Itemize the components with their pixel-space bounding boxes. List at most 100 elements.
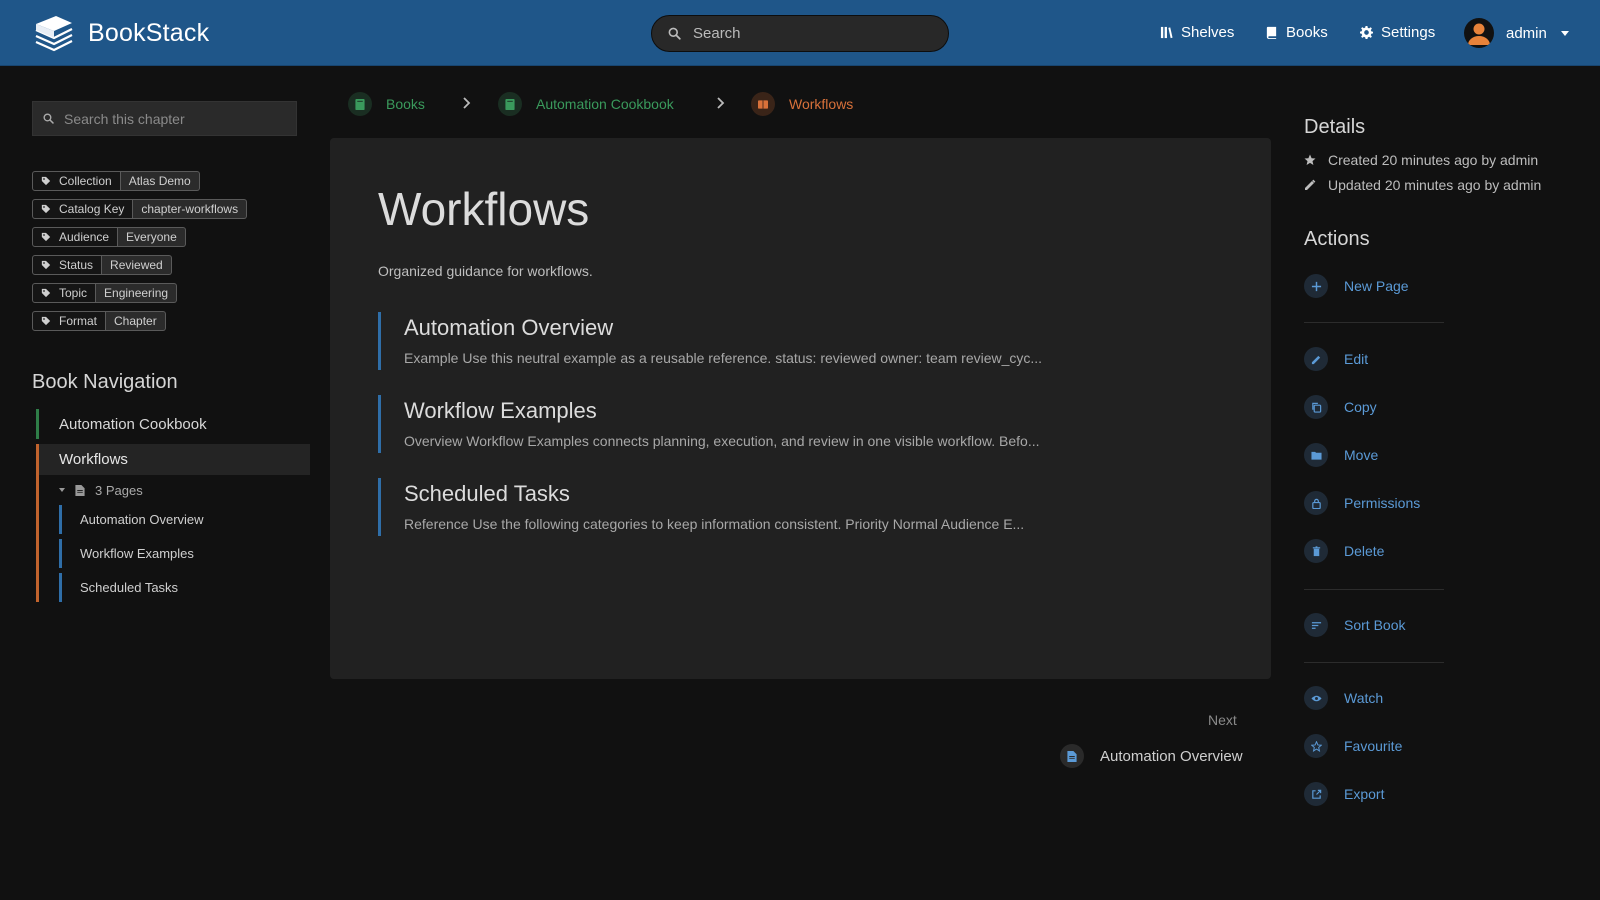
created-info: Created 20 minutes ago by admin [1304, 152, 1538, 168]
tag-value[interactable]: Everyone [118, 227, 186, 247]
nav-book-link[interactable]: Automation Cookbook [36, 409, 310, 439]
tag[interactable]: Status Reviewed [32, 255, 247, 275]
action-label: Watch [1344, 690, 1384, 706]
top-header: BookStack Shelves Books Settings admin [0, 0, 1600, 66]
shelves-icon [1160, 26, 1173, 39]
app-logo[interactable]: BookStack [32, 13, 209, 53]
nav-page-link[interactable]: Scheduled Tasks [59, 573, 310, 602]
tag-name-text: Topic [59, 286, 88, 300]
nav-books[interactable]: Books [1265, 24, 1328, 41]
page-icon [1060, 744, 1084, 768]
action-label: Export [1344, 786, 1385, 802]
favourite-button[interactable]: Favourite [1304, 734, 1402, 758]
divider [1304, 322, 1444, 323]
next-page-link[interactable]: Automation Overview [1060, 744, 1243, 768]
tag[interactable]: Format Chapter [32, 311, 247, 331]
breadcrumb-book[interactable]: Automation Cookbook [498, 92, 674, 116]
tag-name[interactable]: Collection [32, 171, 121, 191]
list-item[interactable]: Scheduled Tasks Reference Use the follow… [378, 478, 1078, 536]
lock-icon [1304, 491, 1328, 515]
breadcrumb-chapter[interactable]: Workflows [751, 92, 853, 116]
global-search[interactable] [651, 15, 949, 52]
star-icon [1304, 734, 1328, 758]
tag-value[interactable]: Chapter [106, 311, 166, 331]
tag-value[interactable]: Reviewed [102, 255, 172, 275]
nav-shelves[interactable]: Shelves [1160, 24, 1234, 41]
actions-title: Actions [1304, 228, 1370, 250]
next-label: Next [1208, 712, 1237, 728]
chevron-right-icon [717, 97, 725, 109]
plus-icon [1304, 274, 1328, 298]
avatar [1464, 18, 1494, 48]
list-item[interactable]: Automation Overview Example Use this neu… [378, 312, 1078, 370]
tag-name[interactable]: Catalog Key [32, 199, 134, 219]
tag-name[interactable]: Audience [32, 227, 119, 247]
page-icon [75, 484, 85, 496]
nav-page-link[interactable]: Automation Overview [59, 505, 310, 534]
nav-page-link[interactable]: Workflow Examples [59, 539, 310, 568]
tag-name[interactable]: Format [32, 311, 107, 331]
tag-name-text: Catalog Key [59, 202, 125, 216]
pencil-icon [1304, 347, 1328, 371]
copy-button[interactable]: Copy [1304, 395, 1377, 419]
divider [1304, 589, 1444, 590]
chapter-search-input[interactable] [64, 110, 284, 127]
tag-icon [41, 232, 51, 242]
watch-button[interactable]: Watch [1304, 686, 1383, 710]
search-icon [668, 27, 681, 40]
chapter-content-card: Workflows Organized guidance for workflo… [330, 138, 1271, 679]
tag-icon [41, 204, 51, 214]
tag-value[interactable]: Atlas Demo [120, 171, 200, 191]
move-button[interactable]: Move [1304, 443, 1378, 467]
tag-icon [41, 316, 51, 326]
breadcrumb-books[interactable]: Books [348, 92, 425, 116]
tag[interactable]: Topic Engineering [32, 283, 247, 303]
entry-title[interactable]: Scheduled Tasks [404, 481, 1078, 507]
book-navigation: Automation Cookbook Workflows 3 Pages Au… [36, 409, 310, 607]
tag-name-text: Collection [59, 174, 112, 188]
next-page-title: Automation Overview [1100, 747, 1243, 765]
edit-button[interactable]: Edit [1304, 347, 1368, 371]
permissions-button[interactable]: Permissions [1304, 491, 1420, 515]
nav-chapter-link[interactable]: Workflows [39, 444, 310, 475]
breadcrumb-label: Automation Cookbook [536, 96, 674, 112]
tag-value[interactable]: Engineering [96, 283, 178, 303]
entry-excerpt: Reference Use the following categories t… [404, 516, 1025, 532]
nav-label: Settings [1381, 24, 1436, 41]
user-menu[interactable]: admin [1464, 18, 1569, 48]
tag-icon [41, 176, 51, 186]
delete-button[interactable]: Delete [1304, 539, 1384, 563]
entry-excerpt: Overview Workflow Examples connects plan… [404, 433, 1040, 449]
books-icon [1266, 26, 1277, 39]
tag-value[interactable]: chapter-workflows [133, 199, 248, 219]
list-item[interactable]: Workflow Examples Overview Workflow Exam… [378, 395, 1078, 453]
pages-toggle[interactable]: 3 Pages [39, 475, 310, 505]
trash-icon [1304, 539, 1328, 563]
chevron-down-icon [1560, 30, 1569, 36]
tag[interactable]: Audience Everyone [32, 227, 247, 247]
new-page-button[interactable]: New Page [1304, 274, 1409, 298]
nav-settings[interactable]: Settings [1360, 24, 1435, 41]
divider [1304, 662, 1444, 663]
tag-name[interactable]: Topic [32, 283, 97, 303]
chapter-search[interactable] [32, 101, 297, 136]
search-input[interactable] [693, 25, 913, 42]
entry-title[interactable]: Workflow Examples [404, 398, 1078, 424]
tag[interactable]: Catalog Key chapter-workflows [32, 199, 248, 219]
tag-icon [41, 260, 51, 270]
sort-icon [1304, 613, 1328, 637]
export-button[interactable]: Export [1304, 782, 1384, 806]
nav-label: Books [1286, 24, 1328, 41]
action-label: Copy [1344, 399, 1377, 415]
sort-book-button[interactable]: Sort Book [1304, 613, 1405, 637]
export-icon [1304, 782, 1328, 806]
books-icon [348, 92, 372, 116]
tag[interactable]: Collection Atlas Demo [32, 171, 247, 191]
entry-title[interactable]: Automation Overview [404, 315, 1078, 341]
action-label: Move [1344, 447, 1379, 463]
tag-name[interactable]: Status [32, 255, 103, 275]
tag-name-text: Audience [59, 230, 110, 244]
action-label: New Page [1344, 278, 1409, 294]
search-icon [43, 113, 54, 124]
chapter-icon [751, 92, 775, 116]
